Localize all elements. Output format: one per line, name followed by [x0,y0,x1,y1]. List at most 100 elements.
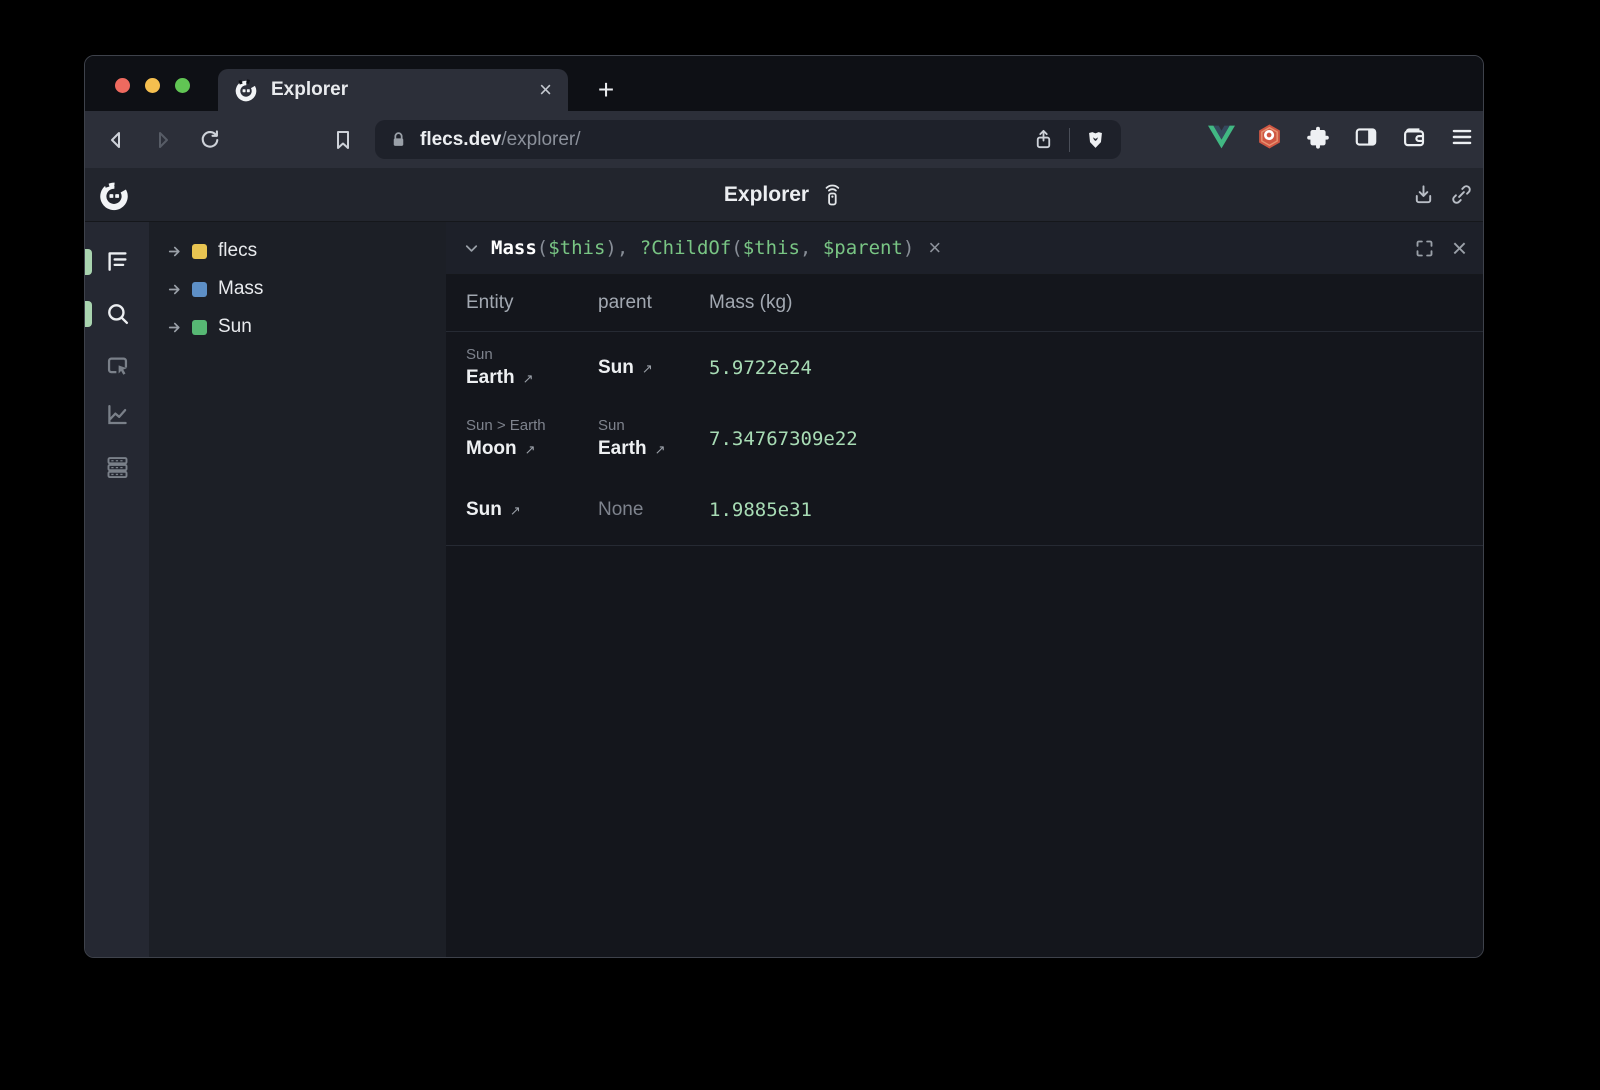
clear-query-icon[interactable]: × [928,237,941,259]
entity-cell: Sun Earth ↗ [466,332,598,403]
entity-link[interactable]: Earth [466,367,515,389]
collapse-chevron-icon[interactable] [462,239,481,258]
puzzle-icon [1305,124,1331,150]
vue-devtools-extension-button[interactable] [1208,123,1235,150]
mass-cell: 1.9885e31 [709,474,1483,545]
column-header-parent[interactable]: parent [598,292,709,314]
back-icon [104,128,128,152]
minimize-window-button[interactable] [145,78,160,93]
share-button[interactable] [1032,128,1055,151]
entity-path: Sun [598,417,709,434]
fullscreen-icon[interactable] [1414,238,1435,259]
content-area: flecs Mass Sun Mas [85,222,1483,957]
entity-cell: Sun > Earth Moon ↗ [466,403,598,474]
page-title: Explorer [724,183,809,207]
entity-color-swatch [192,320,207,335]
back-button[interactable] [98,122,134,158]
mass-value: 5.9722e24 [709,357,1483,379]
flecs-favicon [234,78,258,102]
parent-cell: Sun ↗ [598,332,709,403]
copy-link-button[interactable] [1450,183,1473,206]
stats-panel-button[interactable] [104,401,131,428]
hexagon-icon [1256,123,1283,150]
parent-cell: None↗ [598,474,709,545]
url-bar[interactable]: flecs.dev/explorer/ [375,120,1121,159]
open-entity-icon[interactable]: ↗ [510,503,521,519]
active-panel-indicator-tree [85,249,92,275]
entity-link[interactable]: Moon [466,438,517,460]
table-row: Sun > Earth Moon ↗ Sun Earth ↗ 7.34767309e… [446,403,1483,474]
explorer-header: Explorer [85,168,1483,222]
zoom-window-button[interactable] [175,78,190,93]
expand-arrow-icon[interactable] [166,243,183,260]
share-icon [1032,128,1055,151]
tree-item-sun[interactable]: Sun [149,308,446,346]
expand-arrow-icon[interactable] [166,281,183,298]
close-window-button[interactable] [115,78,130,93]
url-domain: flecs.dev [420,129,501,151]
bookmark-button[interactable] [325,122,361,158]
column-header-mass[interactable]: Mass (kg) [709,292,1483,314]
new-tab-button[interactable]: + [588,72,624,108]
mass-value: 1.9885e31 [709,499,1483,521]
tree-panel-button[interactable] [104,248,131,275]
download-icon [1412,183,1435,206]
close-tab-icon[interactable]: × [539,79,552,101]
open-entity-icon[interactable]: ↗ [525,442,536,458]
link-icon [1450,183,1473,206]
divider [1069,128,1070,152]
brave-shields-button[interactable] [1084,128,1107,151]
entity-cell: Sun ↗ [466,474,598,545]
icon-rail [85,222,149,957]
parent-cell: Sun Earth ↗ [598,403,709,474]
search-icon [104,300,131,327]
reload-button[interactable] [192,122,228,158]
query-expression[interactable]: Mass($this), ?ChildOf($this, $parent) [491,237,914,259]
inspector-icon [104,353,131,380]
download-button[interactable] [1412,183,1435,206]
entity-link[interactable]: Earth [598,438,647,460]
entity-path: Sun [466,346,598,363]
entity-path: Sun > Earth [466,417,598,434]
brave-lion-icon [1084,128,1107,151]
flecs-logo [98,179,130,211]
wallet-icon [1401,124,1427,150]
tree-item-flecs[interactable]: flecs [149,232,446,270]
reload-icon [198,128,222,152]
tree-item-mass[interactable]: Mass [149,270,446,308]
query-panel-button[interactable] [104,300,131,327]
close-panel-icon[interactable]: × [1452,235,1467,261]
chart-icon [104,401,131,428]
forward-button[interactable] [145,122,181,158]
browser-tab-explorer[interactable]: Explorer × [218,69,568,111]
mass-cell: 5.9722e24 [709,332,1483,403]
open-entity-icon[interactable]: ↗ [642,361,653,377]
mass-cell: 7.34767309e22 [709,403,1483,474]
open-entity-icon[interactable]: ↗ [655,442,666,458]
window-controls [115,78,190,93]
tree-outline-icon [104,248,131,275]
inspector-panel-button[interactable] [104,353,131,380]
sidebar-button[interactable] [1352,123,1379,150]
entity-link[interactable]: Sun [466,499,502,521]
open-entity-icon[interactable]: ↗ [523,371,534,387]
wallet-button[interactable] [1400,123,1427,150]
tab-title: Explorer [271,79,539,101]
browser-menu-button[interactable] [1448,123,1475,150]
query-panel: Mass($this), ?ChildOf($this, $parent) × … [446,222,1483,957]
stacked-tables-icon [104,454,131,481]
tab-strip: Explorer × + [85,56,1483,111]
tree-item-label: Mass [218,278,263,300]
mass-value: 7.34767309e22 [709,428,1483,450]
query-panel-empty-area [446,546,1483,957]
extension-icons [1208,123,1475,150]
hexagon-extension-button[interactable] [1256,123,1283,150]
column-header-entity[interactable]: Entity [466,292,598,314]
expand-arrow-icon[interactable] [166,319,183,336]
entity-link[interactable]: Sun [598,357,634,379]
extensions-button[interactable] [1304,123,1331,150]
tables-panel-button[interactable] [104,454,131,481]
active-panel-indicator-query [85,301,92,327]
browser-toolbar: flecs.dev/explorer/ [85,111,1483,168]
remote-connection-icon[interactable] [820,183,844,207]
